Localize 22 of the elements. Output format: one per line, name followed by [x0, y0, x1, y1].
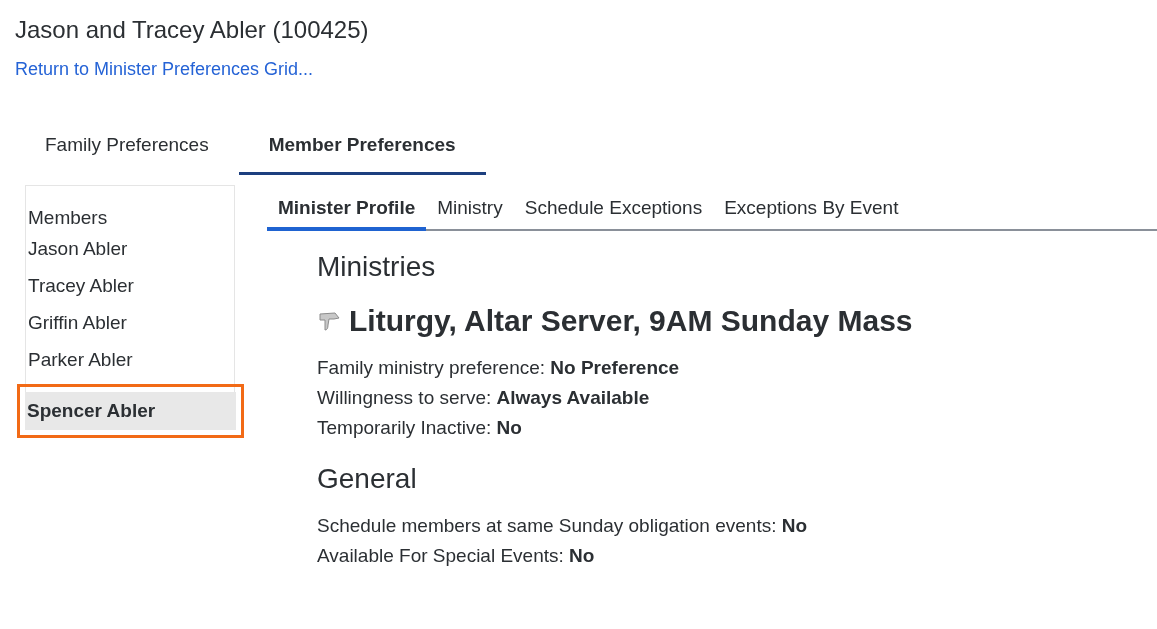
sub-tab[interactable]: Ministry [426, 189, 514, 231]
member-item[interactable]: Spencer Abler [25, 392, 236, 430]
tab[interactable]: Member Preferences [238, 119, 486, 175]
members-heading: Members [27, 206, 109, 230]
preference-line: Family ministry preference: No Preference [317, 356, 680, 380]
preference-line: Schedule members at same Sunday obligation events: No [317, 514, 808, 538]
member-item[interactable]: Parker Abler [26, 341, 234, 378]
member-item[interactable]: Jason Abler [26, 230, 234, 267]
ministry-title: Liturgy, Altar Server, 9AM Sunday Mass [349, 303, 913, 339]
sub-tab[interactable]: Exceptions By Event [713, 189, 910, 231]
return-link[interactable]: Return to Minister Preferences Grid... [15, 59, 314, 79]
sub-tab[interactable]: Minister Profile [267, 189, 427, 231]
section-heading: General [317, 462, 417, 496]
member-item[interactable]: Griffin Abler [26, 304, 234, 341]
preference-line: Available For Special Events: No [317, 544, 595, 568]
page-title: Jason and Tracey Abler (100425) [15, 15, 369, 45]
preference-line: Temporarily Inactive: No [317, 416, 522, 440]
preference-line: Willingness to serve: Always Available [317, 386, 650, 410]
member-item[interactable]: Tracey Abler [26, 267, 234, 304]
sub-tab[interactable]: Schedule Exceptions [513, 189, 714, 231]
tab[interactable]: Family Preferences [15, 119, 239, 175]
section-heading: Ministries [317, 250, 436, 284]
